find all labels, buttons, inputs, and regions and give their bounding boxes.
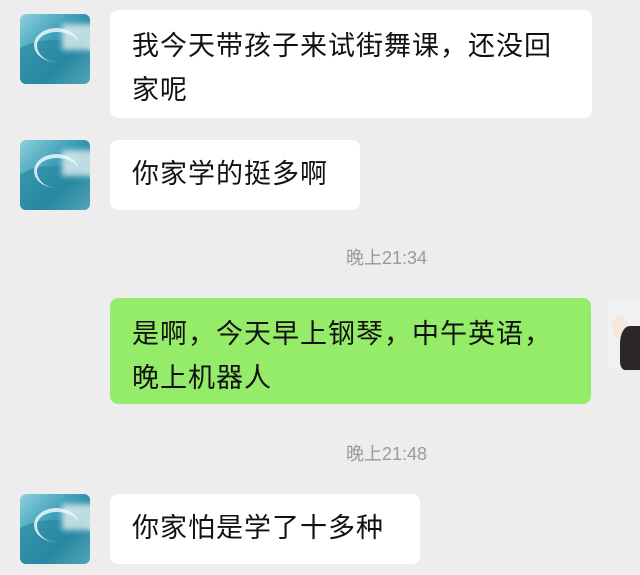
self-avatar[interactable]	[608, 298, 640, 370]
message-bubble-outgoing[interactable]: 是啊，今天早上钢琴，中午英语， 晚上机器人	[110, 298, 591, 404]
blurred-region	[62, 504, 90, 530]
message-text-line: 我今天带孩子来试街舞课，还没回	[132, 31, 552, 62]
message-text: 你家怕是学了十多种	[132, 513, 384, 544]
timestamp: 晚上21:34	[346, 248, 428, 268]
contact-avatar[interactable]	[20, 140, 90, 210]
message-bubble-incoming[interactable]: 我今天带孩子来试街舞课，还没回 家呢	[110, 10, 592, 118]
message-text-line: 晚上机器人	[132, 363, 272, 394]
message-text-line: 是啊，今天早上钢琴，中午英语，	[132, 319, 552, 350]
message-bubble-incoming[interactable]: 你家学的挺多啊	[110, 140, 360, 210]
message-bubble-incoming[interactable]: 你家怕是学了十多种	[110, 494, 420, 564]
timestamp: 晚上21:48	[346, 444, 428, 464]
contact-avatar[interactable]	[20, 494, 90, 564]
chat-window[interactable]: 我今天带孩子来试街舞课，还没回 家呢 你家学的挺多啊 晚上21:34 是啊，今天…	[0, 0, 640, 575]
blurred-region	[62, 150, 90, 176]
blurred-region	[62, 24, 90, 50]
contact-avatar[interactable]	[20, 14, 90, 84]
message-text-line: 家呢	[132, 75, 188, 106]
message-text: 你家学的挺多啊	[132, 159, 328, 190]
avatar-hair	[620, 326, 640, 370]
